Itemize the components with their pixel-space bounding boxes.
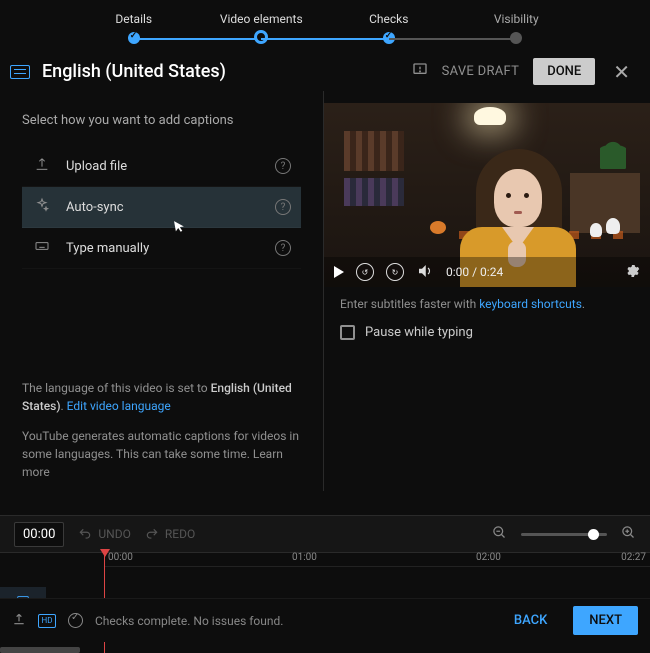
sparkle-icon (32, 197, 52, 217)
captions-icon (10, 65, 30, 79)
upload-icon (32, 156, 52, 176)
next-button[interactable]: NEXT (573, 606, 638, 635)
step-video-elements[interactable]: Video elements (198, 12, 326, 46)
instruction-text: Select how you want to add captions (22, 113, 301, 128)
tick-label: 00:00 (108, 552, 133, 563)
zoom-in-button[interactable] (621, 525, 636, 544)
done-button[interactable]: DONE (533, 58, 595, 85)
timeline-ruler[interactable]: 00:00 01:00 02:00 02:27 (104, 553, 650, 567)
option-label: Type manually (66, 241, 275, 256)
help-icon[interactable]: ? (275, 240, 291, 256)
step-pending-icon (510, 32, 522, 44)
stepper: Details Video elements Checks Visibility (0, 0, 650, 46)
footer: HD Checks complete. No issues found. BAC… (0, 598, 650, 642)
upload-status-icon (12, 612, 26, 630)
right-panel: ↺ ↻ 0:00 / 0:24 Enter subtitles faster w… (324, 91, 650, 491)
step-current-icon (254, 30, 268, 44)
close-icon[interactable]: ✕ (609, 60, 634, 84)
checks-status-icon (68, 613, 83, 628)
tick-label: 01:00 (292, 552, 317, 563)
pause-while-typing-checkbox[interactable] (340, 325, 355, 340)
checks-status-text: Checks complete. No issues found. (95, 614, 283, 628)
auto-caption-note: YouTube generates automatic captions for… (22, 427, 301, 481)
step-visibility[interactable]: Visibility (453, 12, 581, 46)
time-display: 0:00 / 0:24 (446, 265, 503, 279)
step-label: Video elements (198, 12, 326, 26)
zoom-out-button[interactable] (492, 525, 507, 544)
step-details[interactable]: Details (70, 12, 198, 46)
option-label: Upload file (66, 159, 275, 174)
redo-button[interactable]: REDO (145, 527, 195, 541)
hd-badge: HD (38, 614, 56, 628)
back-button[interactable]: BACK (500, 606, 561, 635)
option-type-manually[interactable]: Type manually ? (22, 228, 301, 269)
step-label: Details (70, 12, 198, 26)
option-label: Auto-sync (66, 200, 275, 215)
volume-button[interactable] (416, 262, 434, 283)
edit-language-link[interactable]: Edit video language (67, 399, 171, 413)
undo-button[interactable]: UNDO (78, 527, 130, 541)
keyboard-icon (32, 238, 52, 258)
rewind-10-button[interactable]: ↺ (356, 263, 374, 281)
zoom-slider[interactable] (521, 533, 607, 536)
option-auto-sync[interactable]: Auto-sync ? (22, 187, 301, 228)
dialog-header: English (United States) SAVE DRAFT DONE … (0, 46, 650, 91)
pause-while-typing-label: Pause while typing (365, 325, 473, 340)
shortcuts-hint: Enter subtitles faster with keyboard sho… (340, 297, 650, 311)
video-preview[interactable]: ↺ ↻ 0:00 / 0:24 (324, 103, 650, 287)
feedback-icon[interactable] (412, 62, 428, 82)
video-controls: ↺ ↻ 0:00 / 0:24 (324, 257, 650, 287)
help-icon[interactable]: ? (275, 199, 291, 215)
step-checks[interactable]: Checks (325, 12, 453, 46)
settings-icon[interactable] (624, 263, 640, 282)
left-panel: Select how you want to add captions Uplo… (0, 91, 324, 491)
forward-10-button[interactable]: ↻ (386, 263, 404, 281)
step-label: Visibility (453, 12, 581, 26)
tick-label: 02:27 (621, 552, 646, 563)
editor-toolbar: 00:00 UNDO REDO (0, 515, 650, 553)
tick-label: 02:00 (476, 552, 501, 563)
keyboard-shortcuts-link[interactable]: keyboard shortcuts (479, 297, 582, 311)
step-label: Checks (325, 12, 453, 26)
language-note: The language of this video is set to Eng… (22, 379, 301, 415)
timecode-input[interactable]: 00:00 (14, 522, 64, 547)
dialog-title: English (United States) (42, 61, 412, 82)
save-draft-button[interactable]: SAVE DRAFT (442, 64, 520, 79)
help-icon[interactable]: ? (275, 158, 291, 174)
option-upload-file[interactable]: Upload file ? (22, 146, 301, 187)
horizontal-scrollbar[interactable] (0, 647, 80, 653)
play-button[interactable] (334, 266, 344, 278)
